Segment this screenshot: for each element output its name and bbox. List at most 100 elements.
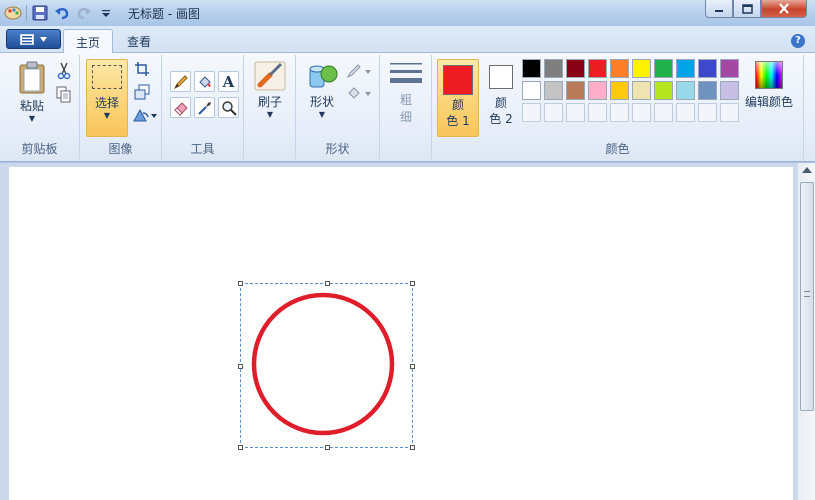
- palette-swatch-r1-c1[interactable]: [522, 59, 541, 78]
- palette-swatch-r2-c3[interactable]: [566, 81, 585, 100]
- redo-icon[interactable]: [75, 4, 93, 22]
- palette-swatch-r3-c7[interactable]: [654, 103, 673, 122]
- select-button[interactable]: 选择 ▼: [86, 59, 128, 137]
- palette-swatch-r1-c2[interactable]: [544, 59, 563, 78]
- cut-icon[interactable]: [54, 61, 74, 81]
- maximize-button[interactable]: [733, 0, 761, 18]
- color-1-label-line2: 色 1: [446, 114, 470, 128]
- palette-swatch-r3-c4[interactable]: [588, 103, 607, 122]
- palette-swatch-r3-c3[interactable]: [566, 103, 585, 122]
- palette-swatch-r1-c5[interactable]: [610, 59, 629, 78]
- application-menu-button[interactable]: [6, 29, 61, 49]
- selection-rectangle[interactable]: [238, 281, 415, 450]
- palette-swatch-r2-c4[interactable]: [588, 81, 607, 100]
- shapes-icon: [309, 65, 338, 88]
- color-2-button[interactable]: 颜 色 2: [484, 59, 518, 127]
- tab-home[interactable]: 主页: [63, 29, 114, 54]
- color-1-button[interactable]: 颜 色 1: [437, 59, 479, 137]
- size-label-line2: 细: [399, 110, 412, 124]
- palette-swatch-r3-c8[interactable]: [676, 103, 695, 122]
- palette-swatch-r1-c7[interactable]: [654, 59, 673, 78]
- palette-swatch-r1-c9[interactable]: [698, 59, 717, 78]
- quick-access-toolbar: [4, 3, 115, 23]
- help-icon[interactable]: ?: [791, 34, 805, 48]
- fill-icon[interactable]: [346, 83, 372, 103]
- scrollbar-thumb[interactable]: [800, 182, 814, 411]
- eraser-icon[interactable]: [170, 97, 191, 118]
- palette-swatch-r2-c9[interactable]: [698, 81, 717, 100]
- palette-swatch-r2-c8[interactable]: [676, 81, 695, 100]
- pencil-icon[interactable]: [170, 71, 191, 92]
- paint-app-icon[interactable]: [4, 4, 22, 22]
- palette-swatch-r2-c10[interactable]: [720, 81, 739, 100]
- text-tool-glyph: A: [222, 72, 235, 91]
- palette-swatch-r3-c5[interactable]: [610, 103, 629, 122]
- selection-handle-top-right[interactable]: [410, 281, 415, 286]
- color-2-label-line2: 色 2: [489, 112, 513, 126]
- palette-swatch-r3-c9[interactable]: [698, 103, 717, 122]
- palette-swatch-r2-c2[interactable]: [544, 81, 563, 100]
- line-size-icon: [390, 63, 422, 83]
- magnifier-icon[interactable]: [218, 97, 239, 118]
- group-clipboard: 粘贴 ▼ 剪贴板: [0, 55, 80, 159]
- scroll-up-arrow-icon[interactable]: [802, 167, 812, 173]
- selection-handle-right[interactable]: [410, 364, 415, 369]
- palette-swatch-r2-c1[interactable]: [522, 81, 541, 100]
- paste-button[interactable]: 粘贴 ▼: [12, 61, 52, 123]
- customize-toolbar-chevron-icon[interactable]: [97, 4, 115, 22]
- edit-colors-button[interactable]: 编辑颜色: [742, 61, 796, 110]
- palette-swatch-r2-c7[interactable]: [654, 81, 673, 100]
- shapes-label: 形状: [309, 95, 334, 109]
- tools-group-label: 工具: [190, 142, 215, 156]
- color-picker-icon[interactable]: [194, 97, 215, 118]
- selection-handle-left[interactable]: [238, 364, 243, 369]
- vertical-scrollbar[interactable]: [797, 163, 815, 500]
- undo-icon[interactable]: [53, 4, 71, 22]
- color-spectrum-icon: [755, 61, 783, 89]
- close-button[interactable]: [761, 0, 807, 18]
- edit-colors-label: 编辑颜色: [744, 95, 793, 109]
- selection-handle-bottom-left[interactable]: [238, 445, 243, 450]
- shapes-dropdown-arrow-icon[interactable]: ▼: [319, 110, 325, 119]
- palette-swatch-r1-c10[interactable]: [720, 59, 739, 78]
- palette-swatch-r1-c4[interactable]: [588, 59, 607, 78]
- select-dropdown-arrow-icon[interactable]: ▼: [87, 111, 127, 120]
- brushes-button[interactable]: 刷子 ▼: [250, 61, 290, 119]
- title-bar: 无标题 - 画图: [0, 0, 815, 26]
- select-label: 选择: [94, 96, 119, 110]
- brushes-label: 刷子: [257, 95, 282, 109]
- save-icon[interactable]: [31, 4, 49, 22]
- colors-group-label: 颜色: [605, 142, 630, 156]
- tab-view[interactable]: 查看: [115, 29, 163, 54]
- palette-swatch-r1-c6[interactable]: [632, 59, 651, 78]
- size-button[interactable]: 粗 细: [386, 61, 426, 125]
- rotate-icon[interactable]: [132, 105, 158, 125]
- paste-dropdown-arrow-icon[interactable]: ▼: [29, 114, 35, 123]
- selection-handle-bottom[interactable]: [325, 445, 330, 450]
- shapes-button[interactable]: 形状 ▼: [304, 61, 340, 119]
- clipboard-group-label: 剪贴板: [21, 142, 58, 156]
- palette-swatch-r1-c3[interactable]: [566, 59, 585, 78]
- color-2-label-line1: 颜: [494, 96, 507, 110]
- fill-bucket-icon[interactable]: [194, 71, 215, 92]
- palette-swatch-r3-c6[interactable]: [632, 103, 651, 122]
- palette-swatch-r1-c8[interactable]: [676, 59, 695, 78]
- selection-handle-bottom-right[interactable]: [410, 445, 415, 450]
- outline-icon[interactable]: [346, 61, 372, 81]
- selection-handle-top[interactable]: [325, 281, 330, 286]
- color-palette: [522, 59, 739, 122]
- palette-swatch-r3-c1[interactable]: [522, 103, 541, 122]
- brush-icon: [254, 61, 286, 91]
- brushes-dropdown-arrow-icon[interactable]: ▼: [267, 110, 273, 119]
- minimize-button[interactable]: [705, 0, 733, 18]
- selection-handle-top-left[interactable]: [238, 281, 243, 286]
- crop-icon[interactable]: [132, 59, 152, 79]
- palette-swatch-r2-c5[interactable]: [610, 81, 629, 100]
- palette-swatch-r2-c6[interactable]: [632, 81, 651, 100]
- drawing-canvas[interactable]: [9, 167, 793, 500]
- text-tool-icon[interactable]: A: [218, 71, 239, 92]
- resize-icon[interactable]: [132, 82, 152, 102]
- palette-swatch-r3-c10[interactable]: [720, 103, 739, 122]
- palette-swatch-r3-c2[interactable]: [544, 103, 563, 122]
- copy-icon[interactable]: [54, 85, 74, 105]
